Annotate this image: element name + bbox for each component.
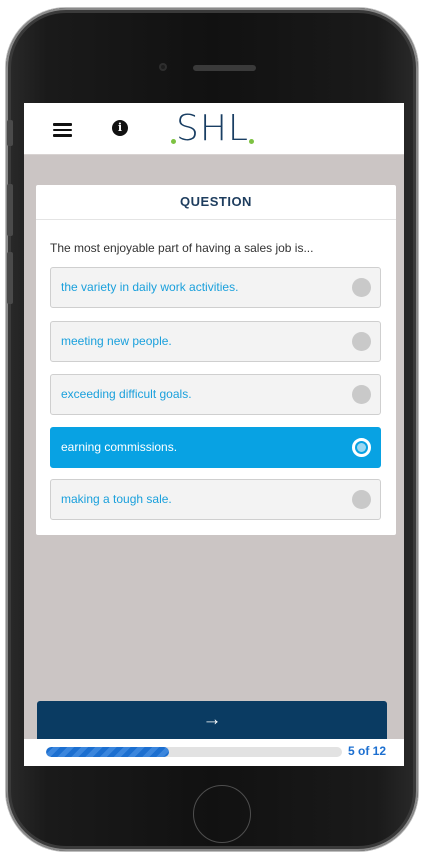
question-card: QUESTION The most enjoyable part of havi… [36, 185, 396, 535]
radio-icon[interactable] [352, 332, 371, 351]
progress-section: 5 of 12 [24, 739, 404, 766]
volume-up-button [7, 184, 13, 236]
front-camera [159, 63, 167, 71]
option-label: earning commissions. [61, 440, 178, 454]
top-bar: i SHL [24, 103, 404, 155]
logo-text: SHL [176, 108, 249, 149]
progress-text: 5 of 12 [348, 744, 387, 758]
option-label: meeting new people. [61, 334, 172, 348]
answer-option[interactable]: making a tough sale. [50, 479, 381, 520]
radio-icon[interactable] [352, 490, 371, 509]
radio-icon[interactable] [352, 438, 371, 457]
progress-track [46, 747, 342, 757]
next-button[interactable]: → [37, 701, 387, 739]
mute-switch [7, 120, 13, 146]
answer-option[interactable]: the variety in daily work activities. [50, 267, 381, 308]
card-title: QUESTION [36, 185, 396, 220]
answer-option[interactable]: earning commissions. [50, 427, 381, 468]
earpiece-speaker [193, 65, 256, 71]
info-icon[interactable]: i [112, 120, 128, 136]
radio-icon[interactable] [352, 385, 371, 404]
progress-fill [46, 747, 170, 757]
app-screen: i SHL QUESTION The most enjoyable part o… [24, 103, 404, 766]
answer-option[interactable]: exceeding difficult goals. [50, 374, 381, 415]
answer-option[interactable]: meeting new people. [50, 321, 381, 362]
shl-logo: SHL [171, 105, 254, 151]
option-label: the variety in daily work activities. [61, 280, 239, 294]
home-button[interactable] [193, 785, 251, 843]
question-text: The most enjoyable part of having a sale… [50, 241, 314, 255]
volume-down-button [7, 252, 13, 304]
option-label: making a tough sale. [61, 492, 172, 506]
hamburger-icon[interactable] [53, 123, 72, 137]
option-label: exceeding difficult goals. [61, 387, 192, 401]
logo-dot [248, 139, 254, 144]
radio-icon[interactable] [352, 278, 371, 297]
arrow-right-icon: → [202, 709, 222, 730]
